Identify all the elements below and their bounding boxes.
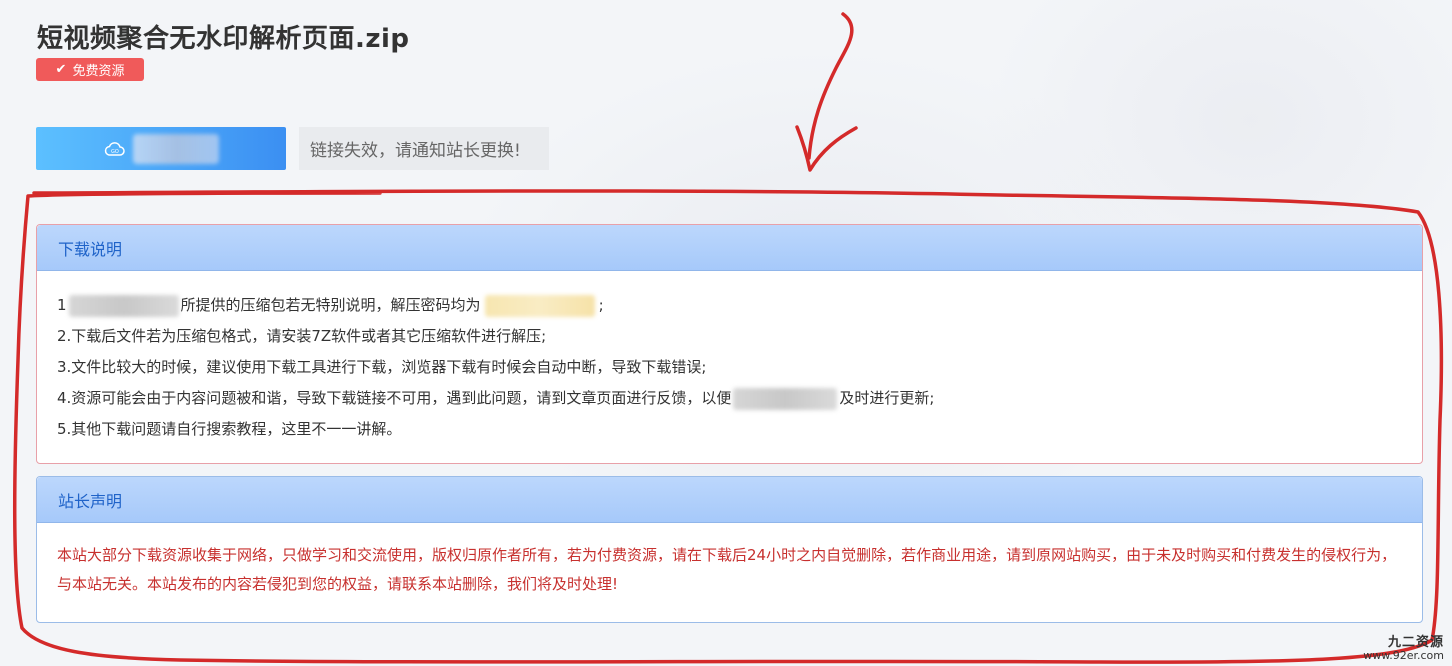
free-resource-badge: ✔ 免费资源 bbox=[36, 58, 144, 81]
redacted-button-label bbox=[133, 133, 219, 164]
instruction-line-5: 5.其他下载问题请自行搜索教程，这里不一一讲解。 bbox=[57, 420, 402, 438]
watermark-name: 九二资源 bbox=[1387, 635, 1444, 650]
download-instructions-body: 1 所提供的压缩包若无特别说明，解压密码均为; 2.下载后文件若为压缩包格式，请安… bbox=[37, 271, 1422, 445]
instruction-line-2: 2.下载后文件若为压缩包格式，请安装7Z软件或者其它压缩软件进行解压; bbox=[57, 327, 547, 345]
site-statement-title: 站长声明 bbox=[37, 477, 1422, 523]
cloud-icon: GO bbox=[103, 141, 125, 156]
svg-text:GO: GO bbox=[111, 149, 119, 155]
instruction-line-3: 3.文件比较大的时候，建议使用下载工具进行下载，浏览器下载有时候会自动中断，导致… bbox=[57, 358, 707, 376]
redacted-password bbox=[484, 294, 595, 317]
download-instructions-panel: 下载说明 1 所提供的压缩包若无特别说明，解压密码均为; 2.下载后文件若为压缩包… bbox=[36, 224, 1423, 464]
watermark: 九二资源 www.92er.com bbox=[1363, 636, 1444, 662]
download-button[interactable]: GO bbox=[36, 127, 286, 170]
instruction-line-4: 4.资源可能会由于内容问题被和谐，导致下载链接不可用，遇到此问题，请到文章页面进… bbox=[57, 383, 1422, 414]
watermark-url: www.92er.com bbox=[1363, 649, 1444, 662]
site-statement-panel: 站长声明 本站大部分下载资源收集于网络，只做学习和交流使用，版权归原作者所有，若… bbox=[36, 476, 1423, 623]
redacted-site-name bbox=[68, 294, 179, 317]
download-instructions-title: 下载说明 bbox=[37, 225, 1422, 271]
instruction-line-1: 1 所提供的压缩包若无特别说明，解压密码均为; bbox=[57, 290, 1422, 321]
redacted-site-name-2 bbox=[733, 387, 838, 410]
site-statement-text: 本站大部分下载资源收集于网络，只做学习和交流使用，版权归原作者所有，若为付费资源… bbox=[57, 546, 1397, 593]
link-expired-notice: 链接失效，请通知站长更换! bbox=[299, 127, 549, 170]
badge-label: 免费资源 bbox=[72, 64, 125, 79]
page-title: 短视频聚合无水印解析页面.zip bbox=[37, 24, 410, 54]
check-icon: ✔ bbox=[55, 62, 67, 77]
